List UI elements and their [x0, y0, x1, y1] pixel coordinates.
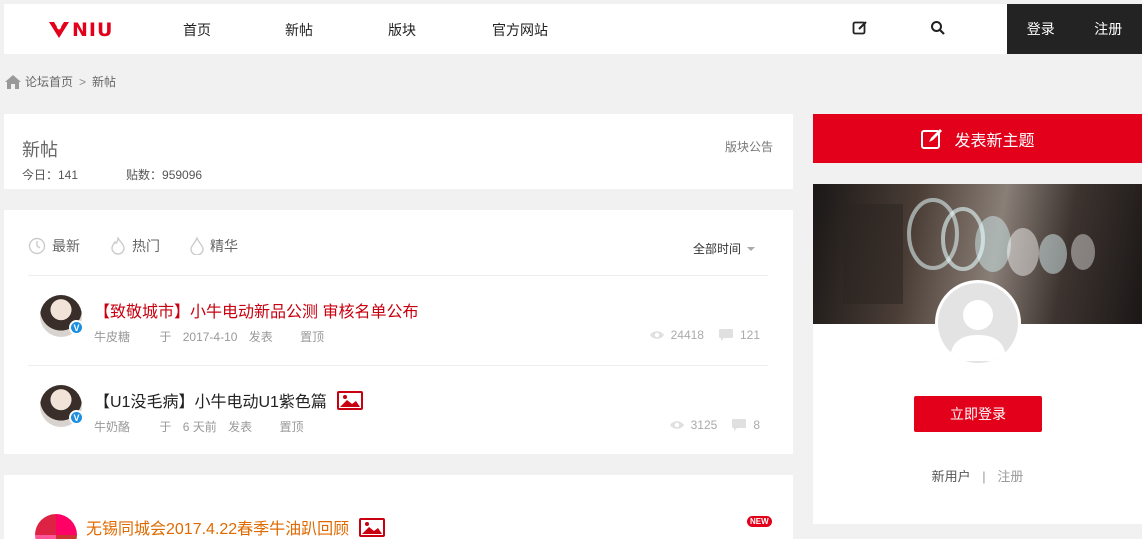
default-avatar [935, 280, 1021, 366]
thread-author[interactable]: 牛皮糖 [94, 330, 130, 344]
thread-meta: 牛奶酪 于 6 天前 发表 置顶 [94, 418, 311, 435]
today-count: 今日：141 [22, 168, 79, 182]
filter-latest[interactable]: 最新 [28, 236, 80, 256]
thread-row: V 【致敬城市】小牛电动新品公测 审核名单公布 牛皮糖 于 2017-4-10 … [28, 276, 768, 364]
avatar[interactable] [35, 514, 77, 539]
comment-icon [732, 419, 747, 431]
register-link[interactable]: 注册 [997, 469, 1023, 484]
auth-bar: 登录 注册 [1007, 4, 1142, 54]
breadcrumb-current: 新帖 [92, 75, 117, 89]
thread-title[interactable]: 无锡同城会2017.4.22春季牛油趴回顾 [86, 515, 349, 539]
post-new-topic-label: 发表新主题 [954, 132, 1035, 150]
thread-list-panel: 最新 热门 精华 全部时间 V 【致敬城市】小牛电动新品公测 审核名单公布 牛皮… [4, 210, 793, 454]
user-card: 立即登录 新用户 | 注册 [813, 184, 1142, 524]
thread-time-suffix: 发表 [228, 420, 253, 434]
drop-icon [190, 237, 204, 255]
forum-header-panel: 新帖 版块公告 今日：141 贴数：959096 [4, 114, 793, 189]
login-now-button[interactable]: 立即登录 [914, 396, 1042, 432]
nav-new-posts[interactable]: 新帖 [285, 20, 313, 40]
breadcrumb-home[interactable]: 论坛首页 [25, 73, 73, 90]
thread-stats: 3125 8 [669, 418, 760, 432]
thread-tag: 置顶 [279, 420, 304, 434]
clock-icon [28, 237, 46, 255]
nav-home[interactable]: 首页 [183, 20, 211, 40]
thread-time: 6 天前 [182, 420, 217, 434]
post-new-topic-button[interactable]: 发表新主题 [813, 114, 1142, 163]
breadcrumb-separator: > [79, 74, 87, 89]
post-count: 贴数：959096 [126, 168, 203, 182]
niu-logo-icon [49, 22, 69, 38]
logo-text: NIU [72, 19, 114, 41]
search-icon[interactable] [928, 18, 948, 38]
register-link[interactable]: 注册 [1075, 4, 1142, 54]
thread-time-prefix: 于 [159, 420, 172, 434]
login-link[interactable]: 登录 [1007, 4, 1075, 54]
side-links: 新用户 | 注册 [813, 466, 1142, 485]
thread-author[interactable]: 牛奶酪 [94, 420, 130, 434]
time-range-select[interactable]: 全部时间 [693, 240, 755, 257]
reply-count: 8 [753, 418, 760, 432]
thread-title-wrap[interactable]: 无锡同城会2017.4.22春季牛油趴回顾 [86, 515, 386, 539]
time-range-label: 全部时间 [692, 242, 741, 256]
filter-hot[interactable]: 热门 [110, 236, 160, 256]
view-count: 24418 [670, 328, 704, 342]
compose-icon [921, 128, 943, 149]
filter-digest[interactable]: 精华 [190, 236, 238, 256]
filter-digest-label: 精华 [210, 238, 238, 254]
thread-title[interactable]: 【致敬城市】小牛电动新品公测 审核名单公布 [94, 298, 418, 322]
new-badge: NEW [747, 516, 772, 527]
top-header: NIU 首页 新帖 版块 官方网站 登录 注册 [4, 4, 1142, 54]
user-silhouette-icon [950, 300, 1006, 361]
new-user-label: 新用户 [931, 469, 971, 484]
forum-stats: 今日：141 贴数：959096 [22, 166, 202, 183]
image-icon [336, 390, 363, 410]
page-title: 新帖 [22, 140, 58, 160]
verified-icon: V [69, 320, 84, 335]
thread-stats: 24418 121 [649, 328, 760, 342]
eye-icon [649, 331, 664, 339]
home-icon[interactable] [4, 74, 22, 90]
thread-time-suffix: 发表 [248, 330, 273, 344]
fire-icon [111, 237, 125, 255]
nav-forums[interactable]: 版块 [388, 20, 416, 40]
edit-icon[interactable] [850, 18, 870, 38]
thread-title-wrap[interactable]: 【U1没毛病】小牛电动U1紫色篇 [94, 388, 363, 412]
nav-official-site[interactable]: 官方网站 [492, 20, 548, 40]
link-divider: | [982, 469, 986, 484]
filter-hot-label: 热门 [132, 238, 160, 254]
reply-count: 121 [739, 328, 760, 342]
image-icon [359, 517, 386, 537]
chevron-down-icon [747, 246, 755, 251]
thread-tag: 置顶 [300, 330, 325, 344]
thread-list-panel-2: 无锡同城会2017.4.22春季牛油趴回顾 NEW [4, 475, 793, 539]
thread-filters: 最新 热门 精华 [28, 236, 268, 256]
thread-title[interactable]: 【U1没毛病】小牛电动U1紫色篇 [94, 388, 327, 412]
breadcrumb: 论坛首页 > 新帖 [4, 73, 116, 90]
thread-time-prefix: 于 [159, 330, 172, 344]
eye-icon [669, 421, 684, 429]
view-count: 3125 [690, 418, 718, 432]
filter-latest-label: 最新 [52, 238, 80, 254]
thread-row: V 【U1没毛病】小牛电动U1紫色篇 牛奶酪 于 6 天前 发表 置顶 3125… [28, 366, 768, 454]
thread-meta: 牛皮糖 于 2017-4-10 发表 置顶 [94, 328, 332, 345]
logo[interactable]: NIU [48, 18, 113, 42]
verified-icon: V [69, 410, 84, 425]
comment-icon [718, 329, 733, 341]
forum-notice-link[interactable]: 版块公告 [725, 138, 773, 155]
thread-time: 2017-4-10 [182, 330, 238, 344]
